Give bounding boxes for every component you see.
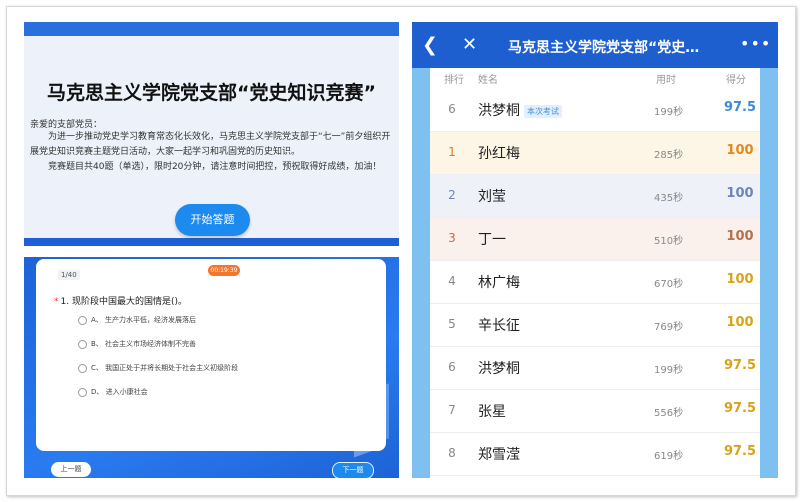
name: 丁一 <box>478 232 506 248</box>
radio-icon[interactable] <box>78 315 87 325</box>
name: 辛长征 <box>478 318 520 334</box>
rank: 1 <box>448 145 456 159</box>
time: 769秒 <box>654 322 684 333</box>
name-text: 洪梦桐 <box>478 103 520 119</box>
score: 100 <box>726 143 754 158</box>
table-row[interactable]: 3 丁一 510秒 100 <box>430 218 760 261</box>
more-icon[interactable]: ••• <box>740 34 771 53</box>
score: 97.5 <box>723 444 757 459</box>
header-score: 得分 <box>726 75 746 86</box>
nav-title: 马克思主义学院党支部“党史… <box>508 40 700 56</box>
nav-bar: ❮ ✕ 马克思主义学院党支部“党史… ••• <box>412 22 778 68</box>
table-row[interactable]: 1 孙红梅 285秒 100 <box>430 132 760 175</box>
header-time: 用时 <box>656 75 676 86</box>
intro-para-2: 竞赛题目共40题（单选），限时20分钟，请注意时间把控，预祝取得好成绩，加油！ <box>48 162 382 172</box>
option-a[interactable]: A、 生产力水平低，经济发展落后 <box>78 315 196 325</box>
rank: 6 <box>448 360 456 374</box>
score: 100 <box>726 229 754 244</box>
rank: 4 <box>448 274 456 288</box>
time: 435秒 <box>654 193 684 204</box>
time: 199秒 <box>654 107 684 118</box>
option-label: A、 生产力水平低，经济发展落后 <box>91 316 197 324</box>
question-card: 00:19:39 1/40 * 1. 现阶段中国最大的国情是()。 A、 生产力水… <box>36 259 386 451</box>
radio-icon[interactable] <box>78 363 87 373</box>
next-question-button[interactable]: 下一题 <box>332 462 374 478</box>
table-row[interactable]: 4 林广梅 670秒 100 <box>430 261 760 304</box>
start-quiz-button[interactable]: 开始答题 <box>175 204 250 236</box>
name: 张星 <box>478 404 506 420</box>
score: 97.5 <box>723 100 757 115</box>
table-row[interactable]: 6 洪梦桐 199秒 97.5 <box>430 347 760 390</box>
option-label: C、 我国正处于并将长期处于社会主义初级阶段 <box>91 364 239 372</box>
name: 刘莹 <box>478 189 506 205</box>
question-text: * 1. 现阶段中国最大的国情是()。 <box>54 294 187 307</box>
question-counter: 1/40 <box>58 270 80 280</box>
rank: 2 <box>448 188 456 202</box>
ranking-list: 排行 姓名 用时 得分 6 洪梦桐 本次考试 199秒 97.5 1 孙红梅 28… <box>430 68 760 478</box>
name: 洪梦桐 本次考试 <box>478 100 562 120</box>
table-row[interactable]: 5 辛长征 769秒 100 <box>430 304 760 347</box>
my-result-row[interactable]: 6 洪梦桐 本次考试 199秒 97.5 <box>430 89 760 132</box>
name: 郑雪滢 <box>478 447 520 463</box>
option-label: D、 进入小康社会 <box>91 388 148 396</box>
required-star-icon: * <box>54 297 59 307</box>
close-icon[interactable]: ✕ <box>462 34 477 55</box>
header-name: 姓名 <box>478 75 498 86</box>
intro-paragraph: 为进一步推动党史学习教育常态化长效化，马克思主义学院党支部于“七一”前夕组织开展… <box>30 130 394 175</box>
score: 97.5 <box>723 358 757 373</box>
rank: 5 <box>448 317 456 331</box>
score: 100 <box>726 315 754 330</box>
rank: 7 <box>448 403 456 417</box>
current-exam-badge: 本次考试 <box>524 104 562 118</box>
time: 670秒 <box>654 279 684 290</box>
question-label: 1. 现阶段中国最大的国情是()。 <box>60 297 187 307</box>
intro-panel: 马克思主义学院党支部“党史知识竞赛” 亲爱的支部党员： 为进一步推动党史学习教育… <box>24 22 399 246</box>
greeting-text: 亲爱的支部党员： <box>30 120 103 130</box>
table-row[interactable]: 2 刘莹 435秒 100 <box>430 175 760 218</box>
quiz-panel: 00:19:39 1/40 * 1. 现阶段中国最大的国情是()。 A、 生产力水… <box>24 257 399 478</box>
table-row[interactable]: 8 郑雪滢 619秒 97.5 <box>430 433 760 476</box>
radio-icon[interactable] <box>78 387 87 397</box>
header-rank: 排行 <box>444 75 464 86</box>
score: 97.5 <box>723 401 757 416</box>
intro-para-1: 为进一步推动党史学习教育常态化长效化，马克思主义学院党支部于“七一”前夕组织开展… <box>30 132 391 157</box>
option-b[interactable]: B、 社会主义市场经济体制不完善 <box>78 339 196 349</box>
option-c[interactable]: C、 我国正处于并将长期处于社会主义初级阶段 <box>78 363 238 373</box>
radio-icon[interactable] <box>78 339 87 349</box>
option-d[interactable]: D、 进入小康社会 <box>78 387 148 397</box>
time: 556秒 <box>654 408 684 419</box>
time: 199秒 <box>654 365 684 376</box>
rank: 6 <box>448 102 456 116</box>
rank: 8 <box>448 446 456 460</box>
name: 林广梅 <box>478 275 520 291</box>
score: 100 <box>726 272 754 287</box>
score: 100 <box>726 186 754 201</box>
name: 孙红梅 <box>478 146 520 162</box>
prev-question-button[interactable]: 上一题 <box>51 462 91 477</box>
time: 285秒 <box>654 150 684 161</box>
back-arrow-icon[interactable]: ❮ <box>422 34 438 56</box>
name: 洪梦桐 <box>478 361 520 377</box>
rank: 3 <box>448 231 456 245</box>
time: 619秒 <box>654 451 684 462</box>
countdown-timer: 00:19:39 <box>208 265 240 276</box>
table-row[interactable]: 7 张星 556秒 97.5 <box>430 390 760 433</box>
page-title: 马克思主义学院党支部“党史知识竞赛” <box>47 82 376 104</box>
time: 510秒 <box>654 236 684 247</box>
option-label: B、 社会主义市场经济体制不完善 <box>91 340 197 348</box>
leaderboard-screen: ❮ ✕ 马克思主义学院党支部“党史… ••• 排行 姓名 用时 得分 6 洪梦桐… <box>412 22 778 478</box>
list-header: 排行 姓名 用时 得分 <box>430 68 760 88</box>
